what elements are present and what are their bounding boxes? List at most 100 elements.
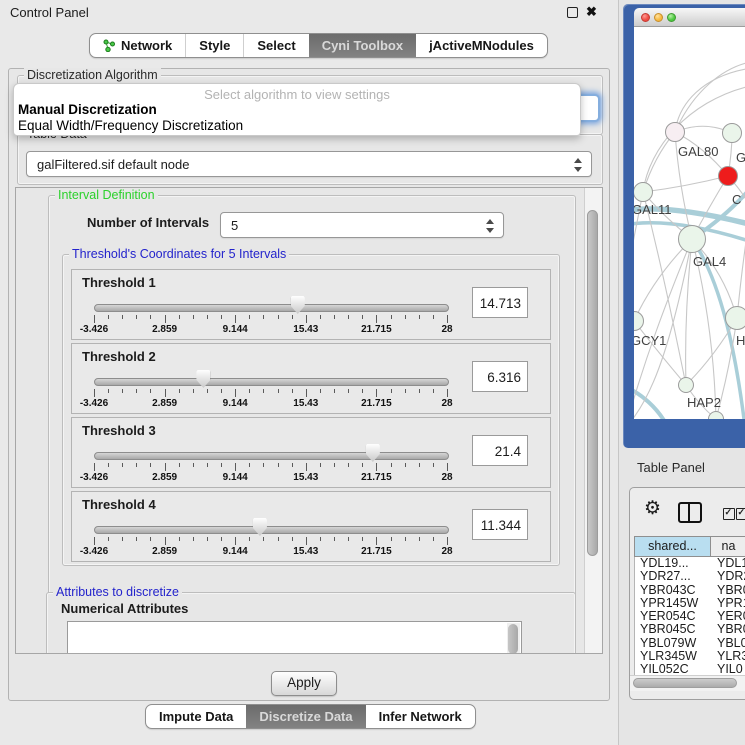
minimize-traffic-light-icon[interactable] (654, 13, 663, 22)
network-canvas[interactable]: GAL80GACGAL11GAL4GCY1HHAP2 (634, 27, 745, 419)
checkbox-icon[interactable] (736, 508, 745, 520)
network-node[interactable] (678, 377, 694, 393)
table-cell[interactable]: YDL19... (635, 557, 711, 570)
tab-label: Impute Data (159, 709, 233, 724)
combo-arrows-icon (486, 219, 494, 233)
settings-scrollbar-thumb[interactable] (587, 210, 598, 556)
table-row[interactable]: YBL079W YBL0 (635, 637, 745, 650)
cyni-bottom-tab[interactable]: Discretize Data (246, 705, 365, 728)
table-cell[interactable]: YBR0 (711, 623, 745, 636)
control-panel-titlebar: Control Panel ✖ (0, 0, 618, 24)
threshold-value-field[interactable]: 21.4 (472, 435, 528, 466)
thresholds-group-title: Threshold's Coordinates for 5 Intervals (69, 247, 289, 261)
combo-arrows-icon (574, 158, 582, 172)
threshold-value-field[interactable]: 6.316 (472, 361, 528, 392)
algorithm-option-equal-width[interactable]: Equal Width/Frequency Discretization (18, 118, 243, 133)
apply-button[interactable]: Apply (271, 671, 337, 696)
table-row[interactable]: YDL19... YDL1 (635, 557, 745, 570)
table-cell[interactable]: YDL1 (711, 557, 745, 570)
table-cell[interactable]: YER054C (635, 610, 711, 623)
tab-label: Select (257, 38, 295, 53)
table-panel-title: Table Panel (637, 460, 705, 475)
table-row[interactable]: YER054C YER0 (635, 610, 745, 623)
table-cell[interactable]: YBL079W (635, 637, 711, 650)
slider-track[interactable] (94, 452, 449, 460)
algorithm-placeholder-option[interactable]: Select algorithm to view settings (14, 87, 580, 102)
control-panel-tab[interactable]: Select (243, 34, 308, 57)
threshold-value-field[interactable]: 14.713 (472, 287, 528, 318)
table-row[interactable]: YBR045C YBR0 (635, 623, 745, 636)
network-node[interactable] (718, 166, 738, 186)
table-data-combobox[interactable]: galFiltered.sif default node (26, 151, 592, 177)
zoom-traffic-light-icon[interactable] (667, 13, 676, 22)
slider-ticks (94, 315, 447, 324)
tab-label: jActiveMNodules (429, 38, 534, 53)
network-node[interactable] (722, 123, 742, 143)
threshold-row: Threshold 3 -3.4262.8599.14415.4321.7152… (71, 417, 551, 488)
discretization-algorithm-group-title: Discretization Algorithm (24, 68, 161, 82)
control-panel-tab[interactable]: jActiveMNodules (416, 34, 547, 57)
network-window-titlebar (634, 8, 745, 27)
table-horizontal-scrollbar[interactable] (630, 675, 745, 691)
table-cell[interactable]: YLR345W (635, 650, 711, 663)
slider-track[interactable] (94, 526, 449, 534)
table-body: YDL19... YDL1 YDR27... YDR2 YBR043C YBR0… (634, 557, 745, 677)
cyni-bottom-tab[interactable]: Infer Network (366, 705, 475, 728)
table-row[interactable]: YDR27... YDR2 (635, 570, 745, 583)
close-icon[interactable]: ✖ (586, 4, 597, 20)
settings-scrollbar[interactable] (584, 188, 602, 653)
network-node-label: GAL4 (693, 254, 726, 269)
table-row[interactable]: YLR345W YLR3 (635, 650, 745, 663)
network-node[interactable] (678, 225, 706, 253)
list-scrollbar-thumb[interactable] (508, 624, 518, 654)
threshold-value-field[interactable]: 11.344 (472, 509, 528, 540)
number-of-intervals-value: 5 (231, 218, 238, 233)
table-data-group: Table Data galFiltered.sif default node (17, 134, 603, 185)
network-node[interactable] (725, 306, 745, 330)
table-cell[interactable]: YPR145W (635, 597, 711, 610)
float-window-icon[interactable] (567, 7, 578, 18)
table-cell[interactable]: YBR043C (635, 584, 711, 597)
control-panel-window: Control Panel ✖ Network Style (0, 0, 618, 745)
control-panel-tab[interactable]: Style (185, 34, 243, 57)
checkbox-icon[interactable] (723, 508, 735, 520)
thresholds-group: Threshold's Coordinates for 5 Intervals … (62, 254, 560, 566)
control-panel-tab[interactable]: Network (90, 34, 185, 57)
slider-tick-labels: -3.4262.8599.14415.4321.71528 (94, 546, 447, 558)
algorithm-option-manual[interactable]: Manual Discretization (18, 102, 157, 117)
table-horizontal-scrollbar-thumb[interactable] (633, 678, 737, 688)
gear-icon[interactable]: ⚙ (644, 497, 661, 520)
list-scrollbar[interactable] (507, 623, 520, 654)
table-row[interactable]: YBR043C YBR0 (635, 584, 745, 597)
column-header-name[interactable]: na (711, 537, 745, 556)
table-cell[interactable]: YLR3 (711, 650, 745, 663)
table-cell[interactable]: YPR1 (711, 597, 745, 610)
control-panel-tab[interactable]: Cyni Toolbox (309, 34, 416, 57)
table-cell[interactable]: YER0 (711, 610, 745, 623)
table-cell[interactable]: YBR0 (711, 584, 745, 597)
network-node[interactable] (665, 122, 685, 142)
slider-track[interactable] (94, 304, 449, 312)
tab-label: Network (121, 38, 172, 53)
network-node-label: GA (736, 150, 745, 165)
network-node[interactable] (708, 411, 724, 419)
attribute-list-item[interactable] (68, 626, 521, 628)
table-row[interactable]: YPR145W YPR1 (635, 597, 745, 610)
network-node[interactable] (634, 182, 653, 202)
interval-definition-group-title: Interval Definition (55, 188, 158, 202)
table-cell[interactable]: YDR27... (635, 570, 711, 583)
table-cell[interactable]: YDR2 (711, 570, 745, 583)
column-header-shared-name[interactable]: shared... (635, 537, 711, 556)
cyni-bottom-tab[interactable]: Impute Data (146, 705, 246, 728)
split-columns-icon[interactable] (678, 502, 702, 523)
numerical-attributes-label: Numerical Attributes (61, 601, 188, 616)
tab-label: Discretize Data (259, 709, 352, 724)
network-node[interactable] (634, 311, 644, 331)
close-traffic-light-icon[interactable] (641, 13, 650, 22)
numerical-attributes-list (67, 621, 522, 654)
table-cell[interactable]: YBL0 (711, 637, 745, 650)
number-of-intervals-combobox[interactable]: 5 (220, 212, 504, 238)
cyni-bottom-tab-bar: Impute Data Discretize Data Infer Networ… (145, 704, 476, 729)
table-cell[interactable]: YBR045C (635, 623, 711, 636)
slider-track[interactable] (94, 378, 449, 386)
